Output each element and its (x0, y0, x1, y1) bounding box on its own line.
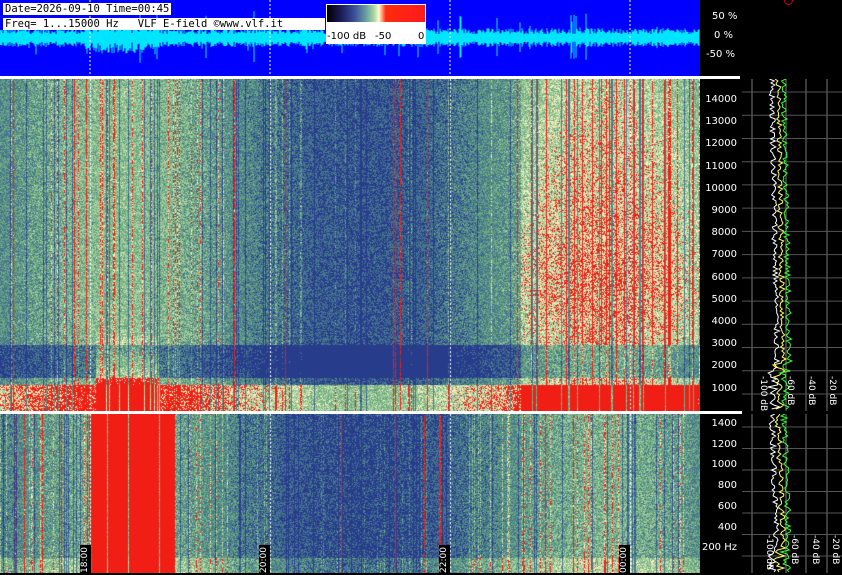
date-time-label: Date=2026-09-10 Time=00:45 (3, 3, 172, 15)
upper-freq-tick: 2000 (711, 360, 737, 372)
upper-freq-tick: 14000 (705, 94, 737, 105)
spectrogram-upper (0, 79, 700, 411)
time-label-20: 20:00 (259, 545, 270, 575)
upper-freq-tick: 3000 (711, 338, 737, 350)
color-scale-gradient (327, 5, 425, 22)
waveform-axis-neg50: -50 % (706, 49, 736, 60)
lower-freq-tick: 800 (717, 480, 737, 492)
lower-db-label-100: -100 dB (764, 535, 774, 571)
upper-db-label-40: -40 dB (806, 376, 816, 406)
lower-db-label-60: -60 dB (789, 535, 799, 565)
color-scale-mid: -50 (375, 31, 392, 42)
time-label-00: 00:00 (619, 545, 630, 575)
color-scale-max: 0 (418, 31, 425, 42)
waveform-axis-0: 0 % (714, 30, 734, 41)
upper-freq-tick: 4000 (711, 316, 737, 327)
upper-freq-tick: 10000 (705, 182, 737, 194)
upper-db-label-20: -20 dB (827, 376, 837, 406)
upper-freq-tick: 7000 (711, 249, 737, 261)
upper-freq-tick: 12000 (705, 138, 737, 150)
lower-freq-tick: 1000 (711, 459, 737, 471)
upper-freq-tick: 9000 (711, 205, 737, 216)
color-scale-min: -100 dB (327, 31, 367, 42)
color-scale-legend: -100 dB -50 0 (326, 4, 426, 44)
upper-freq-tick: 5000 (711, 293, 737, 305)
upper-freq-tick: 11000 (705, 160, 737, 172)
lower-freq-tick: 1200 (711, 438, 737, 450)
upper-freq-tick: 1000 (711, 382, 737, 394)
lower-freq-tick: 200 Hz (701, 542, 737, 554)
upper-freq-tick: 6000 (711, 271, 737, 283)
upper-db-label-100: -100 dB (758, 376, 768, 412)
upper-db-label-60: -60 dB (785, 376, 795, 406)
lower-freq-tick: 400 (717, 521, 737, 533)
upper-freq-tick: 8000 (711, 227, 737, 239)
lower-freq-tick: 600 (717, 500, 737, 512)
time-label-22: 22:00 (439, 545, 450, 575)
lower-freq-tick: 1400 (711, 418, 737, 429)
frequency-range-label: Freq= 1...15000 Hz VLF E-field ©www.vlf.… (3, 18, 325, 30)
waveform-axis-50: 50 % (712, 11, 738, 22)
spectrum-profile-upper (742, 79, 842, 411)
lower-db-label-40: -40 dB (810, 535, 820, 565)
time-label-18: 18:00 (80, 545, 91, 575)
upper-freq-tick: 13000 (705, 116, 737, 128)
lower-db-label-20: -20 dB (830, 535, 840, 565)
spectrogram-lower (0, 414, 700, 573)
